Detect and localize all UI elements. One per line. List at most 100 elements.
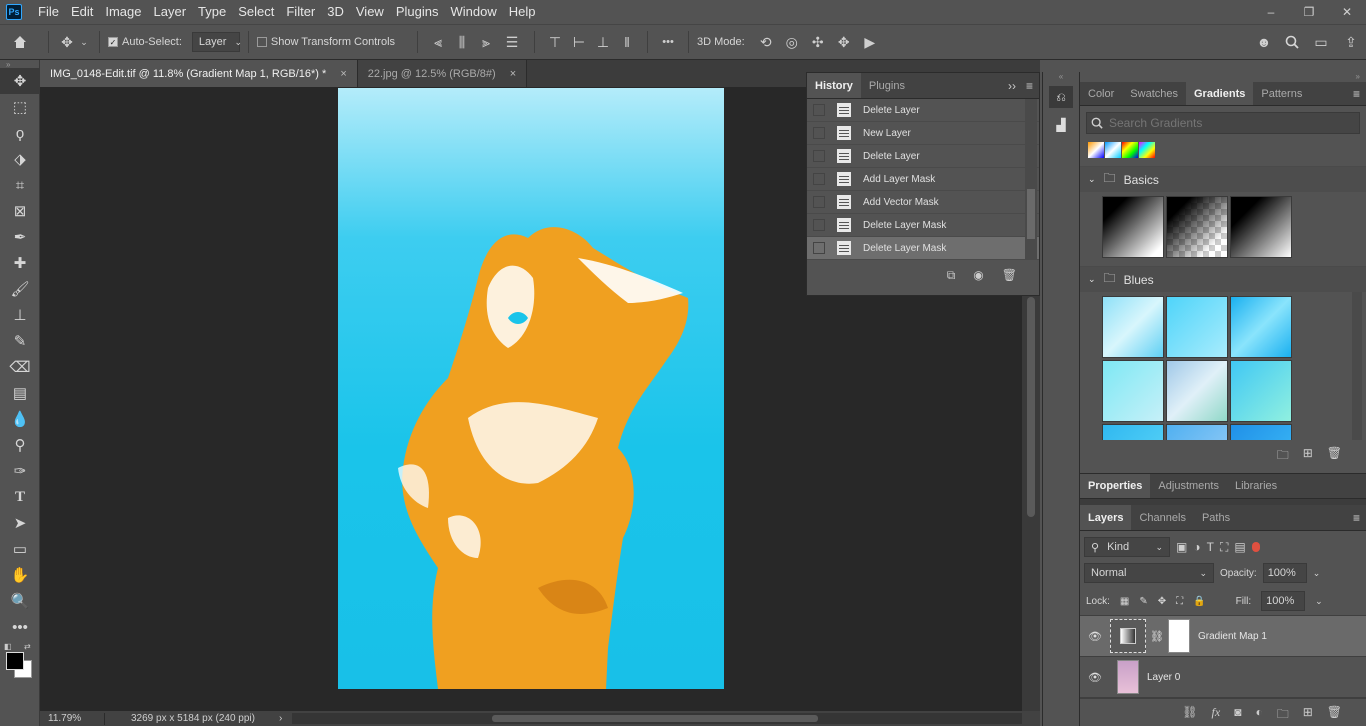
visibility-eye-icon[interactable]: 👁 [1080, 671, 1110, 684]
filter-type-icon[interactable]: T [1207, 540, 1214, 554]
more-options-icon[interactable]: ••• [656, 36, 680, 48]
horizontal-scrollbar[interactable] [292, 713, 1023, 724]
home-icon[interactable] [0, 34, 40, 50]
filter-pixel-icon[interactable]: ▣ [1176, 540, 1187, 554]
new-adjustment-icon[interactable]: ◐ [1255, 705, 1262, 726]
menu-select[interactable]: Select [232, 0, 280, 24]
align-left-icon[interactable]: ⫷ [426, 34, 450, 51]
filter-shape-icon[interactable]: ⛶ [1220, 540, 1228, 555]
brush-tool-icon[interactable]: 🖌 [0, 276, 40, 302]
history-item-selected[interactable]: Delete Layer Mask [807, 237, 1039, 260]
distribute-bottom-icon[interactable]: ⊥ [591, 34, 615, 51]
tab-adjustments[interactable]: Adjustments [1150, 474, 1227, 498]
gradient-swatch[interactable] [1230, 296, 1292, 358]
rectangle-tool-icon[interactable]: ▭ [0, 536, 40, 562]
gradient-search[interactable] [1086, 112, 1360, 134]
3d-pan-icon[interactable]: ✣ [805, 34, 831, 51]
pen-tool-icon[interactable]: ✑ [0, 458, 40, 484]
dodge-tool-icon[interactable]: ⚲ [0, 432, 40, 458]
filter-adjustment-icon[interactable]: ◑ [1193, 540, 1200, 554]
expand-icon[interactable]: » [0, 60, 39, 69]
close-button[interactable]: ✕ [1328, 0, 1366, 24]
filter-toggle-icon[interactable] [1251, 542, 1260, 552]
opacity-input[interactable]: 100% [1262, 563, 1307, 583]
gradient-swatch[interactable] [1166, 196, 1228, 258]
workspace-icon[interactable]: ▭ [1306, 34, 1336, 51]
fill-input[interactable]: 100% [1261, 591, 1306, 611]
lasso-tool-icon[interactable]: ϙ [0, 120, 40, 146]
tab-channels[interactable]: Channels [1131, 505, 1193, 530]
history-item[interactable]: Delete Layer Mask [807, 214, 1039, 237]
document-image[interactable] [338, 88, 724, 689]
type-tool-icon[interactable]: T [0, 484, 40, 510]
tab-layers[interactable]: Layers [1080, 505, 1132, 530]
layer-row-layer0[interactable]: 👁 Layer 0 [1080, 657, 1366, 698]
menu-edit[interactable]: Edit [65, 0, 99, 24]
gradient-swatch[interactable] [1230, 360, 1292, 422]
new-group-folder-icon[interactable]: 🗀 [1277, 705, 1289, 726]
menu-filter[interactable]: Filter [280, 0, 321, 24]
collapse-icon[interactable]: ›› [1008, 79, 1016, 93]
auto-select-dropdown[interactable]: Layer ⌄ [191, 32, 242, 52]
filter-smart-object-icon[interactable]: ▤ [1234, 540, 1245, 554]
eraser-tool-icon[interactable]: ⌫ [0, 354, 40, 380]
3d-slide-icon[interactable]: ✥ [831, 34, 857, 51]
tab-libraries[interactable]: Libraries [1227, 474, 1285, 498]
scroll-thumb[interactable] [1027, 297, 1035, 517]
recent-gradient-swatch[interactable] [1105, 142, 1121, 158]
new-group-folder-icon[interactable]: 🗀 [1277, 446, 1289, 467]
tab-properties[interactable]: Properties [1080, 474, 1151, 498]
fx-icon[interactable]: fx [1212, 705, 1221, 726]
3d-orbit-icon[interactable]: ⟲ [753, 34, 779, 51]
chevron-down-icon[interactable]: ⌄ [1313, 568, 1321, 579]
gradient-swatch[interactable] [1102, 296, 1164, 358]
panel-menu-icon[interactable]: ≡ [1353, 505, 1366, 530]
gradient-swatch[interactable] [1230, 196, 1292, 258]
link-layers-icon[interactable]: ⛓ [1182, 705, 1197, 726]
gradient-group-blues[interactable]: ⌄ 🗀 Blues [1080, 266, 1366, 292]
panel-menu-icon[interactable]: ≡ [1353, 82, 1366, 105]
lock-artboard-icon[interactable]: ⛶ [1176, 596, 1183, 607]
visibility-eye-icon[interactable]: 👁 [1080, 630, 1110, 643]
hand-tool-icon[interactable]: ✋ [0, 562, 40, 588]
gradients-scrollbar[interactable] [1352, 292, 1362, 440]
tab-plugins[interactable]: Plugins [861, 73, 913, 98]
close-icon[interactable]: × [340, 68, 346, 80]
blend-mode-dropdown[interactable]: Normal ⌄ [1084, 563, 1214, 583]
tab-paths[interactable]: Paths [1194, 505, 1238, 530]
scroll-thumb[interactable] [1027, 189, 1035, 239]
history-panel-icon[interactable]: ⎌ [1049, 86, 1073, 108]
lock-image-icon[interactable]: ✎ [1139, 596, 1147, 607]
new-layer-icon[interactable]: ⊞ [1303, 705, 1313, 726]
gradient-swatch[interactable] [1230, 424, 1292, 440]
gradient-swatch[interactable] [1102, 424, 1164, 440]
history-scrollbar[interactable] [1025, 99, 1037, 260]
tab-patterns[interactable]: Patterns [1253, 82, 1310, 105]
trash-icon[interactable]: 🗑 [1002, 268, 1017, 283]
panel-menu-icon[interactable]: ≡ [1026, 79, 1033, 93]
gradient-swatch[interactable] [1166, 360, 1228, 422]
align-right-icon[interactable]: ⫸ [474, 34, 498, 51]
gradient-swatch[interactable] [1102, 360, 1164, 422]
history-item[interactable]: Add Layer Mask [807, 168, 1039, 191]
show-transform-checkbox[interactable]: Show Transform Controls [256, 36, 395, 48]
menu-view[interactable]: View [350, 0, 390, 24]
collapse-icon[interactable]: « [1043, 72, 1079, 82]
swap-colors-icon[interactable]: ⇄ [24, 642, 31, 651]
lock-position-icon[interactable]: ✥ [1158, 596, 1166, 607]
new-gradient-icon[interactable]: ⊞ [1303, 446, 1313, 467]
more-tools-icon[interactable]: ••• [0, 614, 40, 640]
zoom-level[interactable]: 11.79% [40, 713, 84, 724]
history-item[interactable]: Add Vector Mask [807, 191, 1039, 214]
new-document-from-state-icon[interactable]: ⧉ [947, 268, 956, 283]
path-select-tool-icon[interactable]: ➤ [0, 510, 40, 536]
distribute-spacing-icon[interactable]: ‖ [615, 34, 639, 50]
clone-stamp-tool-icon[interactable]: ⊥ [0, 302, 40, 328]
zoom-tool-icon[interactable]: 🔍 [0, 588, 40, 614]
doc-tab-img0148[interactable]: IMG_0148-Edit.tif @ 11.8% (Gradient Map … [40, 60, 358, 87]
layer-filter-kind[interactable]: ⚲ Kind ⌄ [1084, 537, 1170, 557]
move-tool-icon[interactable]: ✥ [0, 68, 40, 94]
minimize-button[interactable]: – [1252, 0, 1290, 24]
history-brush-tool-icon[interactable]: ✎ [0, 328, 40, 354]
recent-gradient-swatch[interactable] [1088, 142, 1104, 158]
